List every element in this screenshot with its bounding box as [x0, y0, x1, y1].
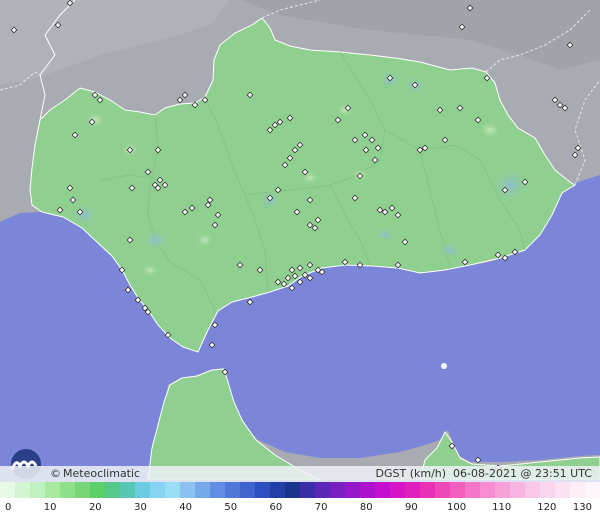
legend-color-band — [225, 482, 241, 498]
time-label: 23:51 UTC — [534, 467, 592, 480]
legend-color-band — [570, 482, 586, 498]
legend-tick-label: 120 — [537, 502, 556, 513]
legend-tick-label: 0 — [5, 502, 11, 513]
legend-tick-label: 100 — [447, 502, 466, 513]
legend-color-band — [195, 482, 211, 498]
wind-gust-map — [0, 0, 600, 480]
legend-color-band — [300, 482, 316, 498]
legend-color-band — [270, 482, 286, 498]
legend-color-band — [450, 482, 466, 498]
legend-color-band — [480, 482, 496, 498]
brand-name: Meteoclimatic — [63, 467, 141, 480]
date-label: 06-08-2021 — [453, 467, 517, 480]
map-stage: © Meteoclimatic DGST (km/h) 06-08-2021 @ … — [0, 0, 600, 517]
legend-color-band — [210, 482, 226, 498]
legend-color-band — [360, 482, 376, 498]
brand-label: © Meteoclimatic — [50, 467, 140, 480]
legend-color-band — [90, 482, 106, 498]
legend-tick-label: 80 — [360, 502, 373, 513]
legend-tick-label: 60 — [270, 502, 283, 513]
legend-color-band — [555, 482, 571, 498]
legend-color-band — [285, 482, 301, 498]
legend-color-band — [240, 482, 256, 498]
copyright-symbol: © — [50, 467, 61, 480]
legend-color-band — [540, 482, 556, 498]
legend-tick-label: 40 — [179, 502, 192, 513]
legend-color-band — [420, 482, 436, 498]
legend-color-band — [465, 482, 481, 498]
legend-color-band — [45, 482, 61, 498]
legend-ticks: 0 10 20 30 40 50 60 70 80 90 100 110 120 130 — [5, 502, 592, 513]
legend-tick-label: 110 — [492, 502, 511, 513]
legend-color-band — [75, 482, 91, 498]
legend-tick-label: 30 — [134, 502, 147, 513]
legend-scale: 0 10 20 30 40 50 60 70 80 90 100 110 120 130 — [0, 482, 600, 513]
legend-color-band — [180, 482, 196, 498]
legend-color-band — [405, 482, 421, 498]
legend-color-band — [495, 482, 511, 498]
legend-color-band — [345, 482, 361, 498]
legend-color-band — [60, 482, 76, 498]
legend-color-band — [15, 482, 31, 498]
legend-color-band — [0, 482, 16, 498]
legend-color-band — [105, 482, 121, 498]
alboran-island — [441, 363, 447, 369]
variable-label: DGST (km/h) — [375, 467, 447, 480]
legend-color-band — [120, 482, 136, 498]
legend-tick-label: 70 — [315, 502, 328, 513]
legend-tick-label: 130 — [573, 502, 592, 513]
color-legend: 0 10 20 30 40 50 60 70 80 90 100 110 120 130 — [0, 482, 600, 517]
legend-color-band — [135, 482, 151, 498]
legend-color-band — [30, 482, 46, 498]
legend-bands — [0, 482, 600, 498]
product-label: DGST (km/h) 06-08-2021 @ 23:51 UTC — [376, 467, 593, 480]
legend-color-band — [525, 482, 541, 498]
legend-color-band — [315, 482, 331, 498]
legend-color-band — [165, 482, 181, 498]
legend-color-band — [390, 482, 406, 498]
info-bar: © Meteoclimatic DGST (km/h) 06-08-2021 @ … — [0, 466, 600, 482]
legend-tick-label: 20 — [89, 502, 102, 513]
legend-color-band — [150, 482, 166, 498]
legend-color-band — [330, 482, 346, 498]
legend-tick-label: 50 — [224, 502, 237, 513]
legend-tick-label: 90 — [405, 502, 418, 513]
legend-color-band — [585, 482, 600, 498]
at-symbol: @ — [520, 467, 532, 480]
legend-color-band — [435, 482, 451, 498]
legend-tick-label: 10 — [44, 502, 57, 513]
legend-color-band — [510, 482, 526, 498]
legend-color-band — [255, 482, 271, 498]
legend-color-band — [375, 482, 391, 498]
